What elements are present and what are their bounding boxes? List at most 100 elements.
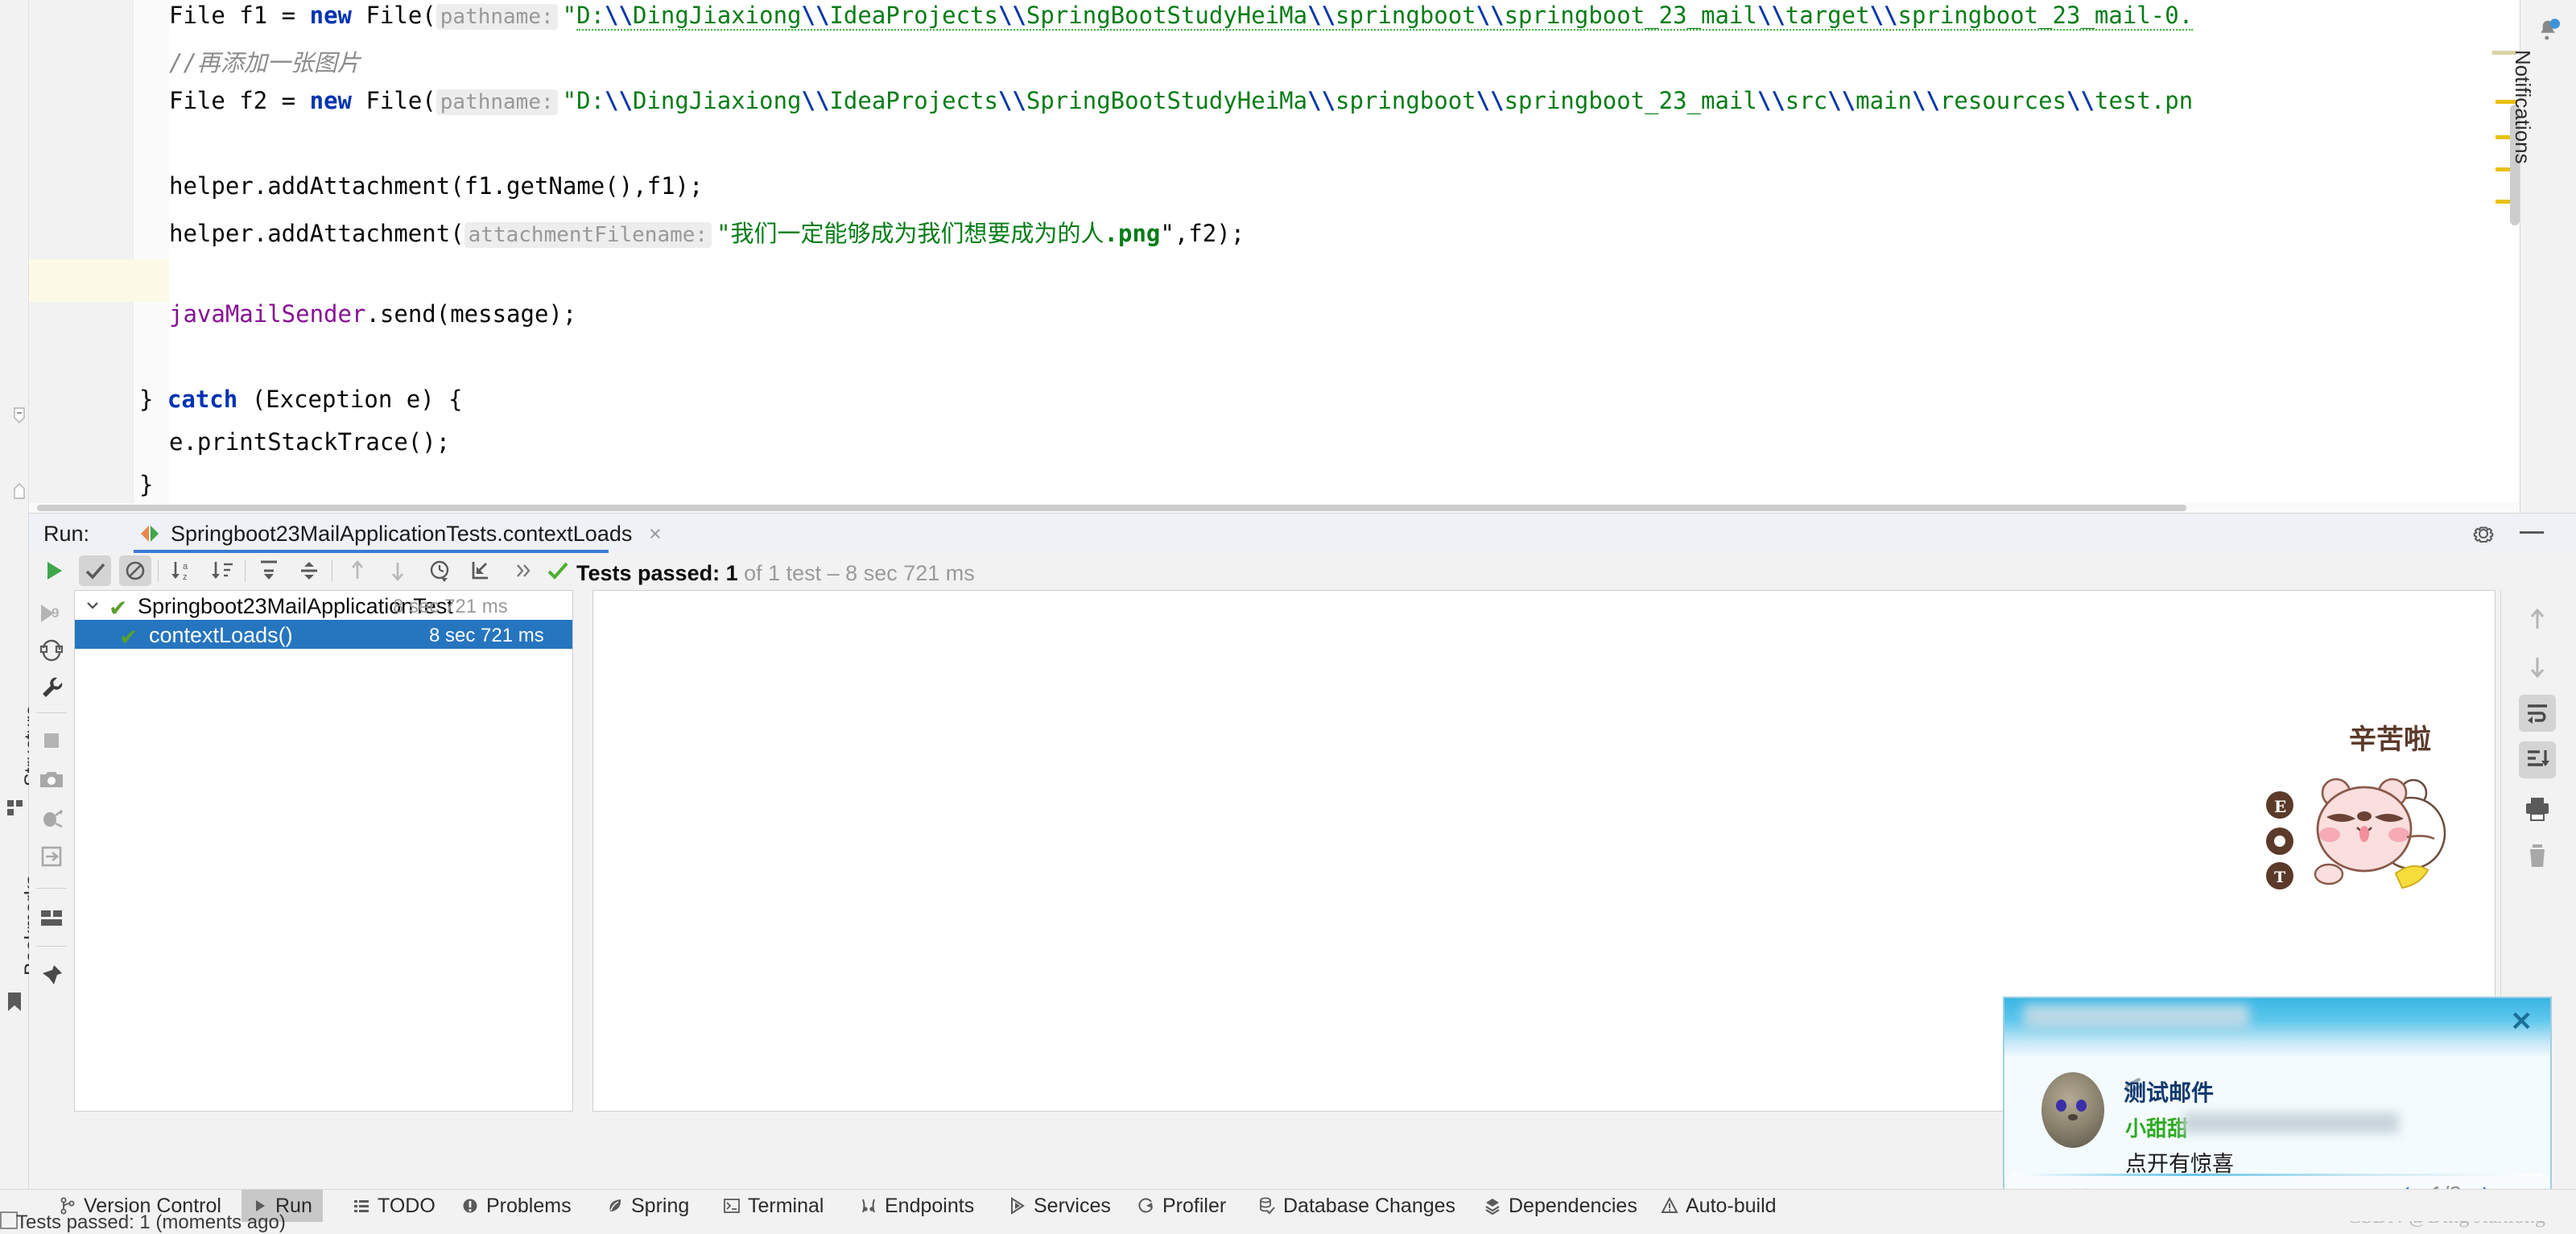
scroll-up-button[interactable] (2519, 601, 2556, 638)
status-bar-item-endpoints[interactable]: Endpoints (849, 1190, 985, 1222)
test-duration: 8 sec 721 ms (429, 625, 544, 646)
divider (36, 946, 67, 947)
print-button[interactable] (2519, 790, 2556, 827)
rerun-button[interactable] (37, 555, 69, 586)
test-duration: 8 sec 721 ms (393, 596, 508, 617)
string-literal-path-1: D:\\DingJiaxiong\\IdeaProjects\\SpringBo… (576, 2, 2194, 31)
code-token: File( (352, 2, 436, 29)
avatar-eye (2056, 1100, 2066, 1112)
left-tool-rail[interactable]: Bookmarks Structure (0, 513, 43, 1189)
collapse-all-button[interactable] (293, 555, 325, 586)
editor-horizontal-scrollbar[interactable] (29, 503, 2576, 513)
test-run-icon (138, 525, 161, 543)
svg-text:a: a (183, 562, 188, 572)
mail-sender: 小甜甜 (2125, 1116, 2189, 1141)
next-failed-button[interactable] (382, 555, 414, 586)
export-button[interactable] (464, 555, 496, 586)
dependencies-icon (1484, 1197, 1501, 1215)
status-bar[interactable]: Version Control Run TODO Problems Spring Term… (0, 1189, 2576, 1222)
status-bar-item-label: Terminal (748, 1194, 824, 1217)
code-line-53: helper.addAttachment(f1.getName(),f1); (169, 172, 704, 200)
wrench-icon-button[interactable] (38, 674, 65, 701)
chevron-down-icon[interactable] (85, 597, 101, 613)
code-text-area[interactable]: File f1 = new File(pathname: "D:\\DingJia… (139, 0, 2520, 513)
status-bar-item-database-changes[interactable]: Database Changes (1248, 1190, 1466, 1222)
status-bar-item-auto-build[interactable]: Auto-build (1650, 1190, 1787, 1222)
mail-subject[interactable]: 测试邮件 (2124, 1075, 2214, 1108)
close-icon[interactable]: ✕ (2510, 1008, 2533, 1034)
code-field-ref: javaMailSender (169, 300, 366, 328)
history-button[interactable] (423, 555, 456, 586)
status-bar-item-label: Profiler (1162, 1194, 1227, 1217)
string-literal-path-2: D:\\DingJiaxiong\\IdeaProjects\\SpringBo… (576, 87, 2194, 114)
expand-all-button[interactable] (253, 555, 285, 586)
minimize-icon[interactable] (2520, 531, 2544, 534)
close-icon[interactable]: × (649, 522, 662, 547)
status-bar-item-label: Endpoints (885, 1194, 975, 1217)
status-bar-item-todo[interactable]: TODO (342, 1190, 446, 1222)
code-token: (Exception e) { (237, 386, 463, 413)
notifications-rail[interactable]: Notifications (2511, 0, 2576, 513)
camera-icon-button[interactable] (38, 766, 65, 793)
clear-all-button[interactable] (2519, 836, 2556, 873)
show-ignored-button[interactable] (119, 555, 151, 586)
show-passed-button[interactable] (79, 555, 111, 586)
code-token: ",f2); (1160, 220, 1245, 247)
status-bar-item-spring[interactable]: Spring (596, 1190, 700, 1222)
scroll-down-button[interactable] (2519, 648, 2556, 685)
database-icon (1258, 1197, 1276, 1215)
sort-alphabetically-button[interactable]: a z (166, 555, 198, 586)
param-hint-pathname: pathname: (436, 89, 558, 115)
table-row[interactable]: ✔ Springboot23MailApplicationTest 8 sec … (75, 591, 572, 621)
green-check-icon (546, 559, 570, 582)
status-bar-item-problems[interactable]: Problems (451, 1190, 582, 1222)
redacted-header-text (2024, 1005, 2249, 1029)
status-message: Tests passed: 1 (moments ago) (16, 1211, 286, 1233)
scroll-to-end-button[interactable] (2519, 741, 2556, 778)
previous-failed-button[interactable] (341, 555, 374, 586)
pin-icon-button[interactable] (38, 962, 65, 989)
gear-icon[interactable] (2471, 522, 2496, 546)
attach-arrow-icon-button[interactable] (38, 843, 65, 870)
sort-by-duration-button[interactable] (206, 555, 238, 586)
table-row[interactable]: ✔ contextLoads() 8 sec 721 ms (75, 620, 572, 650)
rerun-failed-button[interactable]: 9 (38, 600, 65, 627)
more-button[interactable] (507, 555, 539, 586)
stop-button[interactable] (38, 727, 65, 754)
status-bar-item-label: Dependencies (1509, 1194, 1637, 1217)
soft-wrap-button[interactable] (2519, 695, 2556, 732)
code-editor[interactable]: 49 50 51 52 53 54 55 56 57 58 59 60 File… (0, 0, 2576, 513)
fold-marker-collapse[interactable] (11, 407, 27, 423)
string-literal-extension: .png (1104, 220, 1161, 247)
code-line-54: helper.addAttachment(attachmentFilename:… (169, 215, 1245, 249)
test-method-name: contextLoads() (149, 623, 293, 647)
status-bar-item-profiler[interactable]: Profiler (1127, 1190, 1236, 1222)
divider (36, 888, 67, 889)
status-bar-item-terminal[interactable]: Terminal (712, 1190, 834, 1222)
code-token: helper.addAttachment( (169, 220, 464, 247)
param-hint-pathname: pathname: (436, 4, 558, 30)
divider (36, 712, 67, 713)
run-toolbar[interactable]: a z Tests passed: 1 of 1 test – 8 sec 72… (29, 551, 2576, 590)
svg-text:z: z (183, 572, 188, 582)
mail-notification-popup[interactable]: ✕ 测试邮件 小甜甜 点开有惊喜 删除邮件 1/2 CSDN @Ding Jia… (2003, 997, 2552, 1228)
bookmark-icon (6, 992, 23, 1013)
status-message-icon (0, 1211, 18, 1229)
run-side-buttons[interactable]: 9 (29, 590, 74, 1189)
scrollbar-thumb[interactable] (37, 505, 2186, 511)
avatar-nose (2068, 1114, 2078, 1121)
svg-text:T: T (2274, 869, 2285, 886)
code-keyword: new (309, 2, 352, 29)
code-token: File( (352, 87, 436, 114)
status-bar-item-services[interactable]: Services (998, 1190, 1121, 1222)
layout-icon-button[interactable] (38, 904, 65, 931)
code-folding-strip[interactable] (134, 0, 169, 513)
fold-marker-end[interactable] (11, 483, 27, 499)
endpoints-icon (860, 1197, 877, 1215)
line-number-gutter[interactable] (29, 0, 134, 513)
test-results-tree[interactable]: ✔ Springboot23MailApplicationTest 8 sec … (74, 590, 573, 1112)
bug-icon-button[interactable] (38, 804, 65, 832)
auto-test-icon-button[interactable] (38, 637, 65, 664)
code-keyword: new (309, 87, 352, 114)
status-bar-item-dependencies[interactable]: Dependencies (1473, 1190, 1648, 1222)
